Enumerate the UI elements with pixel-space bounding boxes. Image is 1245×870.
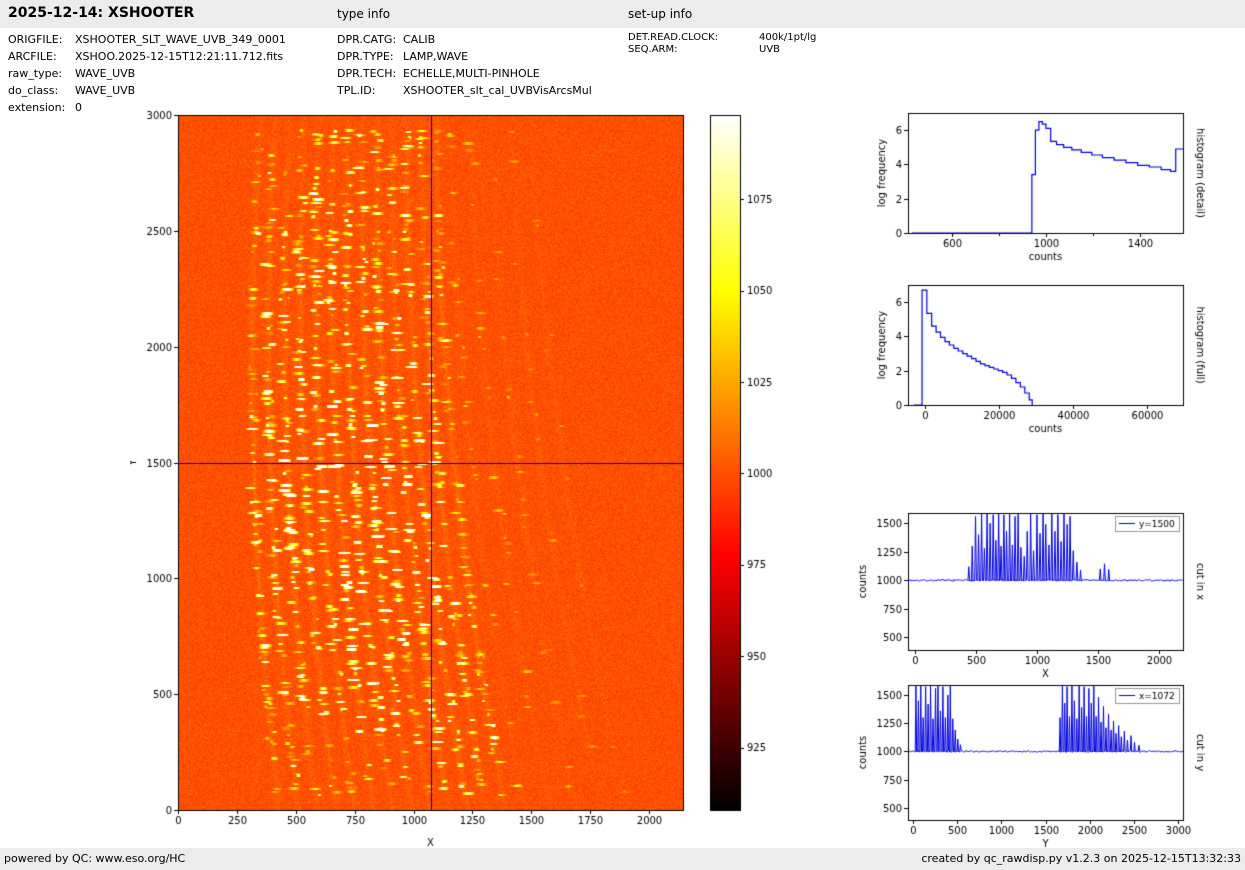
meta-row-dprcatg: DPR.CATG:CALIB xyxy=(337,33,435,46)
footer-credit-right: created by qc_rawdisp.py v1.2.3 on 2025-… xyxy=(921,852,1241,865)
meta-value: XSHOO.2025-12-15T12:21:11.712.fits xyxy=(75,50,283,63)
histogram-detail-plot xyxy=(840,100,1245,280)
meta-value: XSHOOTER_slt_cal_UVBVisArcsMul xyxy=(403,84,592,97)
setup-info-heading: set-up info xyxy=(628,7,692,21)
meta-row-extension: extension:0 xyxy=(8,101,82,114)
meta-row-arcfile: ARCFILE:XSHOO.2025-12-15T12:21:11.712.fi… xyxy=(8,50,283,63)
meta-label: DPR.TECH: xyxy=(337,67,403,80)
meta-row-dprtype: DPR.TYPE:LAMP,WAVE xyxy=(337,50,468,63)
meta-value: 400k/1pt/lg xyxy=(759,32,816,43)
meta-label: ORIGFILE: xyxy=(8,33,75,46)
meta-value: UVB xyxy=(759,44,780,55)
meta-value: LAMP,WAVE xyxy=(403,50,468,63)
footer-credit-left: powered by QC: www.eso.org/HC xyxy=(4,852,185,865)
meta-value: CALIB xyxy=(403,33,435,46)
meta-value: XSHOOTER_SLT_WAVE_UVB_349_0001 xyxy=(75,33,286,46)
meta-row-dprtech: DPR.TECH:ECHELLE,MULTI-PINHOLE xyxy=(337,67,540,80)
page-title: 2025-12-14: XSHOOTER xyxy=(8,5,194,21)
meta-label: TPL.ID: xyxy=(337,84,403,97)
detector-image-plot xyxy=(130,100,700,848)
meta-value: 0 xyxy=(75,101,82,114)
meta-row-rawtype: raw_type:WAVE_UVB xyxy=(8,67,135,80)
type-info-heading: type info xyxy=(337,7,390,21)
cut-in-y-plot xyxy=(840,672,1245,857)
meta-value: WAVE_UVB xyxy=(75,67,135,80)
meta-row-seqarm: SEQ.ARM:UVB xyxy=(628,44,780,55)
meta-row-origfile: ORIGFILE:XSHOOTER_SLT_WAVE_UVB_349_0001 xyxy=(8,33,286,46)
meta-value: ECHELLE,MULTI-PINHOLE xyxy=(403,67,540,80)
meta-row-tplid: TPL.ID:XSHOOTER_slt_cal_UVBVisArcsMul xyxy=(337,84,592,97)
meta-value: WAVE_UVB xyxy=(75,84,135,97)
meta-label: ARCFILE: xyxy=(8,50,75,63)
meta-label: raw_type: xyxy=(8,67,75,80)
cut-in-x-plot xyxy=(840,500,1245,685)
meta-label: DPR.TYPE: xyxy=(337,50,403,63)
meta-row-doclass: do_class:WAVE_UVB xyxy=(8,84,135,97)
meta-label: extension: xyxy=(8,101,75,114)
meta-label: DET.READ.CLOCK: xyxy=(628,32,759,43)
header-bar: 2025-12-14: XSHOOTER type info set-up in… xyxy=(0,0,1245,28)
meta-row-readclock: DET.READ.CLOCK:400k/1pt/lg xyxy=(628,32,816,43)
meta-label: DPR.CATG: xyxy=(337,33,403,46)
meta-label: do_class: xyxy=(8,84,75,97)
footer-bar: powered by QC: www.eso.org/HC created by… xyxy=(0,848,1245,870)
meta-label: SEQ.ARM: xyxy=(628,44,759,55)
histogram-full-plot xyxy=(840,272,1245,452)
colorbar xyxy=(700,100,800,820)
